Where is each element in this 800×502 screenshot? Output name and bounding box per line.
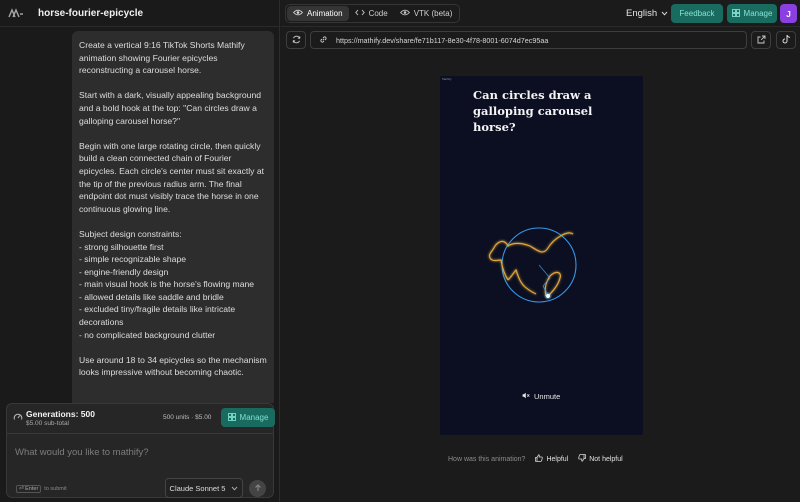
- user-message-text: Create a vertical 9:16 TikTok Shorts Mat…: [79, 40, 267, 378]
- tiktok-icon: [782, 34, 791, 46]
- tiktok-button[interactable]: [776, 31, 796, 49]
- refresh-button[interactable]: [286, 31, 306, 49]
- prompt-input[interactable]: [15, 444, 255, 460]
- helpful-label: Helpful: [546, 455, 569, 463]
- helpful-button[interactable]: Helpful: [535, 454, 568, 464]
- tab-animation-label: Animation: [307, 9, 343, 18]
- manage-generations-button[interactable]: Manage: [221, 408, 275, 427]
- animation-preview[interactable]: Mathify Can circles draw a galloping car…: [440, 76, 643, 435]
- horse-trace: [488, 232, 574, 297]
- chevron-down-icon: [231, 484, 238, 493]
- not-helpful-button[interactable]: Not helpful: [578, 454, 623, 464]
- thumbs-down-icon: [578, 454, 587, 464]
- tab-vtk-label: VTK (beta): [413, 9, 453, 18]
- open-external-button[interactable]: [751, 31, 771, 49]
- avatar[interactable]: J: [780, 4, 797, 23]
- language-select[interactable]: English: [626, 8, 668, 19]
- chat-panel: horse-fourier-epicycle Create a vertical…: [0, 0, 280, 502]
- send-button[interactable]: [249, 480, 266, 497]
- mathify-logo-icon[interactable]: [8, 7, 24, 19]
- tab-animation[interactable]: Animation: [287, 6, 349, 21]
- view-tabs: Animation Code VTK (beta): [285, 4, 461, 23]
- unmute-button[interactable]: Unmute: [517, 389, 566, 404]
- tab-vtk[interactable]: VTK (beta): [394, 6, 459, 21]
- manage-label: Manage: [743, 9, 773, 18]
- submit-hint-text: to submit: [44, 486, 67, 492]
- not-helpful-label: Not helpful: [589, 455, 623, 463]
- animation-feedback: How was this animation? Helpful Not help…: [448, 454, 623, 464]
- model-select[interactable]: Claude Sonnet 5: [165, 478, 243, 498]
- chat-scroll-area[interactable]: Create a vertical 9:16 TikTok Shorts Mat…: [0, 27, 280, 403]
- tab-code[interactable]: Code: [349, 6, 394, 21]
- share-url-bar[interactable]: https://mathify.dev/share/fe71b117-8e30-…: [310, 31, 747, 49]
- unmute-label: Unmute: [534, 392, 561, 401]
- grid-icon: [731, 8, 740, 19]
- arrow-up-icon: [254, 483, 262, 494]
- share-url[interactable]: https://mathify.dev/share/fe71b117-8e30-…: [336, 36, 548, 45]
- thumbs-up-icon: [535, 454, 544, 464]
- eye-icon: [292, 9, 304, 18]
- gauge-icon: [13, 412, 23, 422]
- feedback-question: How was this animation?: [448, 455, 526, 463]
- user-message: Create a vertical 9:16 TikTok Shorts Mat…: [72, 31, 274, 403]
- generations-subtotal: $5.00 sub-total: [26, 420, 70, 427]
- eye-icon: [399, 9, 410, 18]
- external-link-icon: [757, 35, 766, 46]
- tab-code-label: Code: [368, 9, 388, 18]
- language-label: English: [626, 8, 658, 19]
- chevron-down-icon: [661, 8, 668, 19]
- epicycle-endpoint-core: [545, 293, 551, 299]
- manage-generations-label: Manage: [239, 413, 269, 422]
- composer-card: Generations: 500 $5.00 sub-total 500 uni…: [6, 403, 275, 498]
- submit-hint: ⏎ Enter to submit: [16, 485, 67, 493]
- feedback-label: Feedback: [679, 9, 715, 18]
- project-title[interactable]: horse-fourier-epicycle: [38, 8, 143, 19]
- video-hook-title: Can circles draw a galloping carousel ho…: [473, 88, 593, 134]
- generations-price: 500 units · $5.00: [163, 414, 212, 421]
- address-row: https://mathify.dev/share/fe71b117-8e30-…: [281, 27, 800, 53]
- preview-panel: Animation Code VTK (beta) English Feedba…: [281, 0, 800, 502]
- preview-toolbar: Animation Code VTK (beta) English Feedba…: [281, 0, 800, 27]
- generations-bar: Generations: 500 $5.00 sub-total 500 uni…: [7, 404, 275, 434]
- link-icon: [319, 35, 328, 46]
- feedback-button[interactable]: Feedback: [671, 4, 723, 23]
- manage-button[interactable]: Manage: [727, 4, 777, 23]
- model-select-label: Claude Sonnet 5: [169, 483, 226, 493]
- chat-header: horse-fourier-epicycle: [0, 0, 280, 27]
- epicycle-animation: [488, 227, 577, 303]
- epicycle-arm: [538, 264, 551, 296]
- enter-key-hint: ⏎ Enter: [16, 485, 42, 493]
- speaker-muted-icon: [522, 392, 530, 401]
- grid-icon: [227, 412, 236, 423]
- refresh-icon: [292, 35, 301, 46]
- code-icon: [354, 9, 365, 18]
- generations-count: Generations: 500: [26, 409, 95, 419]
- video-watermark: Mathify: [442, 77, 452, 81]
